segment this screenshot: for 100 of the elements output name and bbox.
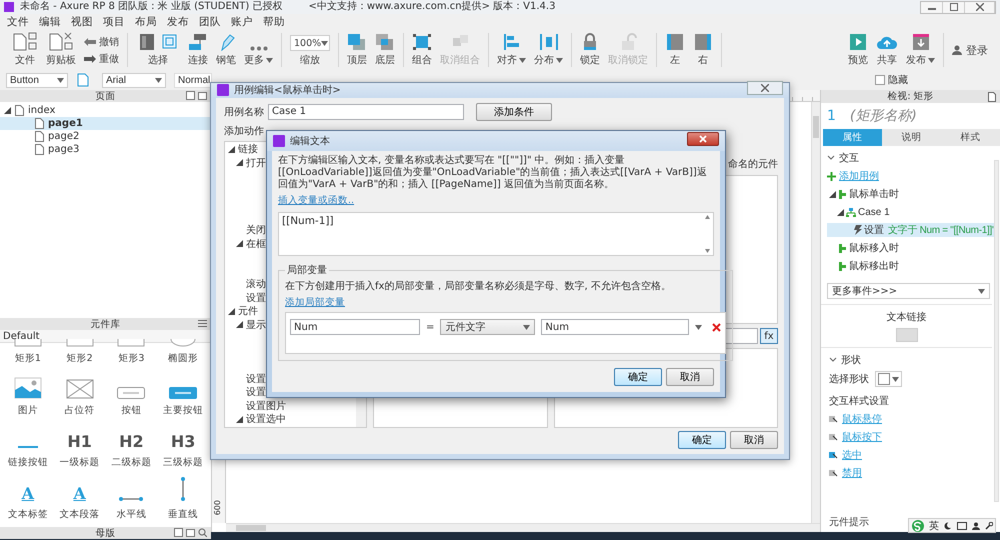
widget-item[interactable]: 主要按钮 bbox=[157, 371, 209, 423]
toolbar-button[interactable]: 更多 bbox=[242, 46, 275, 67]
menu-item[interactable]: 项目 bbox=[98, 15, 130, 29]
connector-icon bbox=[188, 33, 208, 51]
widget-item[interactable]: H3 三级标题 bbox=[157, 423, 209, 475]
add-condition-button[interactable]: 添加条件 bbox=[476, 102, 552, 120]
widget-item[interactable]: 占位符 bbox=[54, 371, 106, 423]
toolbar-button[interactable]: 文件 bbox=[10, 31, 40, 67]
menu-item[interactable]: 文件 bbox=[2, 15, 34, 29]
widget-item[interactable]: 矩形2 bbox=[54, 343, 106, 371]
action-tree-item[interactable]: 设置图片 bbox=[225, 399, 286, 412]
widget-item[interactable]: 水平线 bbox=[106, 475, 158, 527]
paragraph-icon: A bbox=[73, 485, 86, 503]
toolbar-button[interactable]: 对齐 bbox=[495, 33, 528, 67]
caret-icon bbox=[892, 376, 899, 382]
toolbar-button[interactable]: 剪贴板 bbox=[44, 31, 78, 67]
widget-item[interactable]: H2 二级标题 bbox=[106, 423, 158, 475]
widget-item[interactable]: 图片 bbox=[2, 371, 54, 423]
hidden-checkbox[interactable]: 隐藏 bbox=[875, 73, 908, 87]
event-tree-item[interactable]: 鼠标单击时 bbox=[827, 187, 990, 201]
close-button[interactable] bbox=[687, 132, 719, 146]
font-dropdown[interactable]: Arial bbox=[102, 72, 166, 88]
action-tree-item[interactable]: 滚动 bbox=[225, 278, 266, 291]
event-tree-item[interactable]: 设置 文字于 Num = "[[Num-1]]" bbox=[827, 223, 996, 237]
widget-item[interactable]: 按钮 bbox=[106, 371, 158, 423]
add-variable-link[interactable]: 添加局部变量 bbox=[285, 296, 345, 309]
section-header[interactable]: 形状 bbox=[829, 353, 984, 367]
text-editor-field[interactable]: [[Num-1]] bbox=[278, 212, 714, 256]
action-tree-item[interactable]: 关闭 bbox=[225, 224, 266, 237]
ime-mode[interactable]: 英 bbox=[929, 518, 939, 532]
page-item[interactable]: index bbox=[0, 104, 211, 117]
toolbar-button[interactable]: 分布 bbox=[532, 33, 565, 67]
toolbar-button[interactable]: 左 bbox=[663, 33, 687, 67]
widget-item[interactable]: 矩形3 bbox=[106, 343, 158, 371]
zoom-dropdown[interactable]: 100% 缩放 bbox=[288, 35, 332, 67]
event-tree-item[interactable]: Case 1 bbox=[827, 205, 990, 219]
action-tree-item[interactable]: 设置 bbox=[225, 372, 266, 386]
close-button[interactable] bbox=[747, 81, 783, 96]
toolbar-button[interactable]: 右 bbox=[691, 33, 715, 67]
page-item[interactable]: page1 bbox=[0, 117, 211, 130]
caret-icon bbox=[978, 288, 985, 294]
widget-item[interactable]: 矩形1 bbox=[2, 343, 54, 371]
shape-picker[interactable] bbox=[875, 371, 902, 387]
delete-button[interactable] bbox=[712, 322, 722, 332]
scrollbar[interactable] bbox=[994, 160, 999, 502]
widget-item[interactable]: 垂直线 bbox=[157, 475, 209, 527]
toolbar-button[interactable]: 发布 bbox=[904, 33, 937, 67]
variable-type-dropdown[interactable]: 元件文字 bbox=[440, 319, 536, 335]
font-style-dropdown[interactable]: Normal bbox=[174, 72, 212, 88]
login-button[interactable]: 登录 bbox=[950, 42, 990, 58]
widget-item[interactable]: 椭圆形 bbox=[157, 343, 209, 371]
widget-item[interactable]: H1 一级标题 bbox=[54, 423, 106, 475]
menu-item[interactable]: 编辑 bbox=[34, 15, 66, 29]
scrollbar[interactable] bbox=[811, 102, 820, 523]
ok-button[interactable]: 确定 bbox=[614, 368, 662, 386]
menu-item[interactable]: 发布 bbox=[162, 15, 194, 29]
fx-button[interactable]: fx bbox=[760, 328, 778, 344]
toolbar-button[interactable]: 组合 bbox=[410, 33, 434, 67]
widget-item[interactable]: 链接按钮 bbox=[2, 423, 54, 475]
toolbar-button[interactable]: 预览 bbox=[846, 33, 870, 67]
cancel-button[interactable]: 取消 bbox=[666, 368, 714, 386]
ok-button[interactable]: 确定 bbox=[678, 431, 726, 449]
toolbar-button[interactable]: 钢笔 bbox=[214, 33, 238, 67]
action-tree-item[interactable]: 元件 bbox=[225, 304, 258, 318]
insert-variable-link[interactable]: 插入变量或函数.. bbox=[278, 194, 354, 207]
action-tree-item[interactable]: 打开 bbox=[225, 156, 266, 170]
more-events-dropdown[interactable]: 更多事件>>> bbox=[827, 283, 990, 299]
menu-item[interactable]: 视图 bbox=[66, 15, 98, 29]
event-tree-item[interactable]: 鼠标移入时 bbox=[827, 241, 990, 255]
action-tree-item[interactable]: 链接 bbox=[225, 142, 258, 156]
menu-item[interactable]: 团队 bbox=[194, 15, 226, 29]
action-tree-item[interactable]: 设置 bbox=[225, 386, 266, 399]
section-header[interactable]: 交互 bbox=[827, 151, 990, 165]
cancel-button[interactable]: 取消 bbox=[730, 431, 778, 449]
element-name-field[interactable]: (矩形名称) bbox=[850, 107, 917, 125]
variable-name-field[interactable]: Num bbox=[290, 319, 420, 335]
event-tree-item[interactable]: 鼠标移出时 bbox=[827, 259, 990, 273]
page-item[interactable]: page2 bbox=[0, 130, 211, 143]
menu-item[interactable]: 帮助 bbox=[258, 15, 290, 29]
toolbar-button[interactable]: 顶层 bbox=[345, 33, 369, 67]
case-name-field[interactable]: Case 1 bbox=[268, 104, 464, 120]
widget-item[interactable]: A 文本标签 bbox=[2, 475, 54, 527]
page-item[interactable]: page3 bbox=[0, 143, 211, 156]
toolbar-button[interactable]: 选择 bbox=[134, 33, 182, 67]
toolbar-button[interactable]: 锁定 bbox=[578, 33, 602, 67]
toolbar-button[interactable]: 底层 bbox=[373, 33, 397, 67]
widget-item[interactable]: A 文本段落 bbox=[54, 475, 106, 527]
action-tree-item[interactable]: 设置 bbox=[225, 291, 266, 304]
action-tree-item[interactable]: 在框 bbox=[225, 237, 266, 250]
toolbar-button[interactable]: 连接 bbox=[186, 33, 210, 67]
menu-item[interactable]: 布局 bbox=[130, 15, 162, 29]
toolbar-button[interactable]: 撤销 bbox=[82, 34, 121, 48]
scrollbar[interactable] bbox=[226, 523, 820, 532]
widget-type-dropdown[interactable]: Button bbox=[6, 72, 68, 88]
toolbar-button[interactable]: 共享 bbox=[874, 33, 900, 67]
toolbar-button[interactable]: 重做 bbox=[82, 52, 121, 66]
action-tree-item[interactable]: 显示 bbox=[225, 318, 266, 332]
action-tree-item[interactable]: 设置选中 bbox=[225, 412, 286, 426]
variable-target-field[interactable]: Num bbox=[541, 319, 690, 335]
menu-item[interactable]: 账户 bbox=[226, 15, 258, 29]
